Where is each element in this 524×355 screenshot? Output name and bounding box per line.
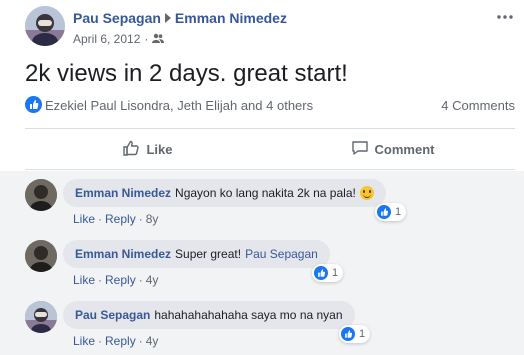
commenter-name-link[interactable]: Emman Nimedez [75, 186, 171, 200]
post-author-line: Pau Sepagan Emman Nimedez [73, 10, 287, 26]
comment-bubble: Emman Nimedez Super great! Pau Sepagan [63, 240, 330, 268]
comment-actions: Like · Reply · 4y [73, 273, 159, 287]
comment-reply-link[interactable]: Reply [105, 273, 136, 287]
post-target-link[interactable]: Emman Nimedez [175, 10, 287, 26]
reaction-count: 1 [395, 206, 402, 218]
comment-button[interactable]: Comment [270, 129, 515, 169]
meta-separator: · [144, 32, 149, 46]
comment-text: Ngayon ko lang nakita 2k na pala! [175, 186, 356, 200]
comment-reaction-pill[interactable]: 1 [375, 203, 407, 221]
reaction-names-link[interactable]: Ezekiel Paul Lisondra, Jeth Elijah and 4… [45, 98, 313, 113]
comment-reply-link[interactable]: Reply [105, 212, 136, 226]
comment-count-link[interactable]: 4 Comments [441, 98, 515, 113]
friends-icon[interactable] [152, 32, 165, 46]
like-button[interactable]: Like [25, 129, 270, 169]
like-reaction-icon [341, 327, 355, 341]
comment-text: Super great! [175, 247, 242, 261]
commenter-name-link[interactable]: Pau Sepagan [75, 308, 150, 322]
comment-reply-link[interactable]: Reply [105, 334, 136, 348]
post-date[interactable]: April 6, 2012 [73, 32, 140, 46]
reaction-count: 1 [359, 328, 366, 340]
comment-button-label: Comment [374, 141, 435, 157]
post-action-bar: Like Comment [25, 128, 515, 170]
comment-actions: Like · Reply · 4y [73, 334, 159, 348]
reaction-summary-bar: Ezekiel Paul Lisondra, Jeth Elijah and 4… [25, 94, 515, 118]
comment-like-link[interactable]: Like [73, 212, 95, 226]
comment-item: Emman Nimedez Super great! Pau Sepagan 1… [25, 232, 515, 288]
like-reaction-icon [314, 266, 328, 280]
comment-bubble: Pau Sepagan hahahahahahaha saya mo na ny… [63, 301, 355, 329]
comment-text: hahahahahahaha saya mo na nyan [154, 308, 343, 322]
comment-reaction-pill[interactable]: 1 [312, 264, 344, 282]
post-meta: April 6, 2012 · [73, 32, 165, 47]
comment-age[interactable]: 4y [146, 334, 159, 348]
comment-item: Emman Nimedez Ngayon ko lang nakita 2k n… [25, 171, 515, 227]
comment-like-link[interactable]: Like [73, 273, 95, 287]
speech-bubble-icon [351, 139, 375, 160]
comment-mention-link[interactable]: Pau Sepagan [245, 247, 318, 261]
post-text: 2k views in 2 days. great start! [25, 60, 348, 87]
reaction-count: 1 [332, 267, 339, 279]
commenter-avatar[interactable] [25, 301, 57, 333]
shared-to-arrow-icon [164, 13, 171, 24]
like-reaction-icon[interactable] [25, 96, 42, 113]
smiley-emoji-icon [359, 186, 374, 200]
commenter-avatar[interactable] [25, 179, 57, 211]
comments-section: Emman Nimedez Ngayon ko lang nakita 2k n… [0, 171, 524, 355]
comment-age[interactable]: 4y [146, 273, 159, 287]
more-options-icon[interactable] [495, 10, 515, 26]
commenter-name-link[interactable]: Emman Nimedez [75, 247, 171, 261]
post-header: Pau Sepagan Emman Nimedez April 6, 2012 · [25, 6, 515, 50]
post-author-link[interactable]: Pau Sepagan [73, 10, 161, 26]
comment-reaction-pill[interactable]: 1 [339, 325, 371, 343]
like-button-label: Like [146, 141, 173, 157]
comment-item: Pau Sepagan hahahahahahaha saya mo na ny… [25, 293, 515, 349]
comment-actions: Like · Reply · 8y [73, 212, 159, 226]
author-avatar[interactable] [25, 6, 65, 46]
comment-age[interactable]: 8y [146, 212, 159, 226]
commenter-avatar[interactable] [25, 240, 57, 272]
comment-like-link[interactable]: Like [73, 334, 95, 348]
thumbs-up-icon [122, 139, 146, 160]
like-reaction-icon [377, 205, 391, 219]
comment-bubble: Emman Nimedez Ngayon ko lang nakita 2k n… [63, 179, 386, 207]
